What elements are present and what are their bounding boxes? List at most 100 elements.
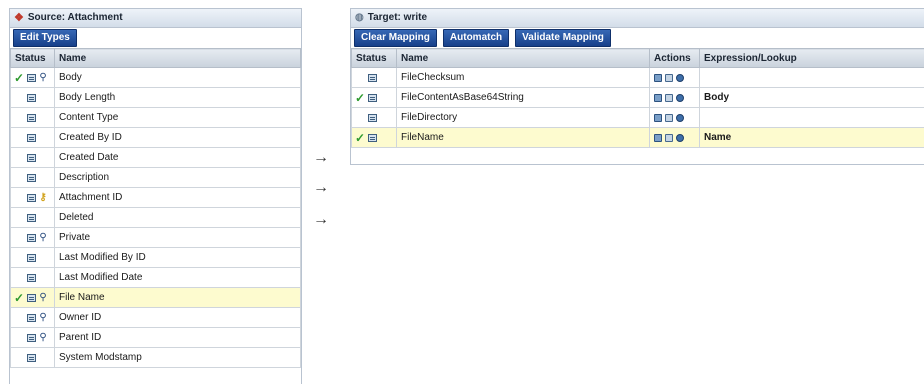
- status-cell: ✓: [352, 128, 397, 148]
- status-icons: ⚲: [13, 308, 52, 327]
- status-cell: ⚲: [11, 228, 55, 248]
- field-name[interactable]: FileContentAsBase64String: [397, 88, 650, 108]
- table-row[interactable]: Description: [11, 168, 301, 188]
- actions-cell: [650, 108, 700, 128]
- table-row[interactable]: ⚲ Private: [11, 228, 301, 248]
- clear-icon[interactable]: [676, 134, 684, 142]
- field-name[interactable]: Body Length: [55, 88, 301, 108]
- field-icon: [366, 74, 378, 82]
- table-row[interactable]: FileDirectory: [352, 108, 924, 128]
- field-icon: [25, 214, 37, 222]
- reference-icon: ⚲: [37, 233, 49, 243]
- field-name[interactable]: Deleted: [55, 208, 301, 228]
- table-row[interactable]: Created Date: [11, 148, 301, 168]
- field-icon: [25, 194, 37, 202]
- status-icons: [354, 68, 394, 87]
- table-row[interactable]: ⚲Parent ID: [11, 328, 301, 348]
- field-name[interactable]: Last Modified By ID: [55, 248, 301, 268]
- status-icons: ⚲: [13, 228, 52, 247]
- source-fields-table: Status Name ✓⚲BodyBody LengthContent Typ…: [10, 48, 301, 368]
- status-cell: [352, 108, 397, 128]
- status-icons: [13, 168, 52, 187]
- field-name[interactable]: FileName: [397, 128, 650, 148]
- table-row[interactable]: ⚲Owner ID: [11, 308, 301, 328]
- table-row[interactable]: ✓⚲File Name: [11, 288, 301, 308]
- action-icons: [654, 74, 695, 82]
- status-cell: ⚷: [11, 188, 55, 208]
- field-name[interactable]: Owner ID: [55, 308, 301, 328]
- target-panel-header: ◍ Target: write: [351, 9, 924, 28]
- checkmark-icon: ✓: [13, 72, 25, 84]
- expression-cell[interactable]: [700, 108, 924, 128]
- table-row[interactable]: Created By ID: [11, 128, 301, 148]
- field-type-icon: [27, 334, 36, 342]
- status-icons: [13, 348, 52, 367]
- field-name[interactable]: Content Type: [55, 108, 301, 128]
- status-cell: [11, 128, 55, 148]
- field-name[interactable]: File Name: [55, 288, 301, 308]
- table-row[interactable]: ⚷Attachment ID: [11, 188, 301, 208]
- table-row[interactable]: Last Modified By ID: [11, 248, 301, 268]
- clear-mapping-button[interactable]: Clear Mapping: [354, 29, 437, 47]
- field-name[interactable]: Created Date: [55, 148, 301, 168]
- clear-icon[interactable]: [676, 114, 684, 122]
- source-panel: ❖ Source: Attachment Edit Types Status N…: [9, 8, 302, 384]
- table-row[interactable]: Last Modified Date: [11, 268, 301, 288]
- expression-cell[interactable]: Name: [700, 128, 924, 148]
- status-cell: ⚲: [11, 308, 55, 328]
- field-name[interactable]: Attachment ID: [55, 188, 301, 208]
- edit-types-button[interactable]: Edit Types: [13, 29, 77, 47]
- automatch-button[interactable]: Automatch: [443, 29, 509, 47]
- target-title: Target: write: [368, 9, 427, 27]
- status-cell: ✓⚲: [11, 288, 55, 308]
- status-icons: [13, 248, 52, 267]
- mapping-arrow: →: [313, 180, 329, 196]
- edit-icon[interactable]: [654, 134, 662, 142]
- status-icons: ⚷: [13, 188, 52, 207]
- field-name[interactable]: Parent ID: [55, 328, 301, 348]
- lookup-icon[interactable]: [665, 114, 673, 122]
- field-type-icon: [27, 94, 36, 102]
- field-icon: [25, 334, 37, 342]
- field-name[interactable]: System Modstamp: [55, 348, 301, 368]
- field-type-icon: [27, 314, 36, 322]
- field-type-icon: [27, 274, 36, 282]
- field-name[interactable]: Description: [55, 168, 301, 188]
- field-name[interactable]: Private: [55, 228, 301, 248]
- field-icon: [25, 294, 37, 302]
- mapping-arrow: →: [313, 212, 329, 228]
- table-row[interactable]: Deleted: [11, 208, 301, 228]
- lookup-icon[interactable]: [665, 94, 673, 102]
- expression-cell[interactable]: Body: [700, 88, 924, 108]
- table-row[interactable]: FileChecksum: [352, 68, 924, 88]
- field-name[interactable]: Created By ID: [55, 128, 301, 148]
- field-type-icon: [368, 134, 377, 142]
- field-type-icon: [27, 254, 36, 262]
- table-row[interactable]: Body Length: [11, 88, 301, 108]
- clear-icon[interactable]: [676, 94, 684, 102]
- field-name[interactable]: FileDirectory: [397, 108, 650, 128]
- reference-icon: ⚲: [37, 73, 49, 83]
- field-icon: [25, 114, 37, 122]
- field-name[interactable]: FileChecksum: [397, 68, 650, 88]
- target-toolbar: Clear Mapping Automatch Validate Mapping: [351, 28, 924, 48]
- table-row[interactable]: System Modstamp: [11, 348, 301, 368]
- lookup-icon[interactable]: [665, 74, 673, 82]
- validate-mapping-button[interactable]: Validate Mapping: [515, 29, 611, 47]
- edit-icon[interactable]: [654, 94, 662, 102]
- clear-icon[interactable]: [676, 74, 684, 82]
- status-cell: ✓⚲: [11, 68, 55, 88]
- checkmark-icon: ✓: [354, 92, 366, 104]
- table-row[interactable]: ✓FileName Name: [352, 128, 924, 148]
- table-row[interactable]: ✓⚲Body: [11, 68, 301, 88]
- edit-icon[interactable]: [654, 114, 662, 122]
- field-icon: [25, 134, 37, 142]
- field-name[interactable]: Last Modified Date: [55, 268, 301, 288]
- edit-icon[interactable]: [654, 74, 662, 82]
- lookup-icon[interactable]: [665, 134, 673, 142]
- expression-cell[interactable]: [700, 68, 924, 88]
- table-row[interactable]: ✓ FileContentAsBase64String Body: [352, 88, 924, 108]
- field-name[interactable]: Body: [55, 68, 301, 88]
- table-row[interactable]: Content Type: [11, 108, 301, 128]
- action-icons: [654, 114, 695, 122]
